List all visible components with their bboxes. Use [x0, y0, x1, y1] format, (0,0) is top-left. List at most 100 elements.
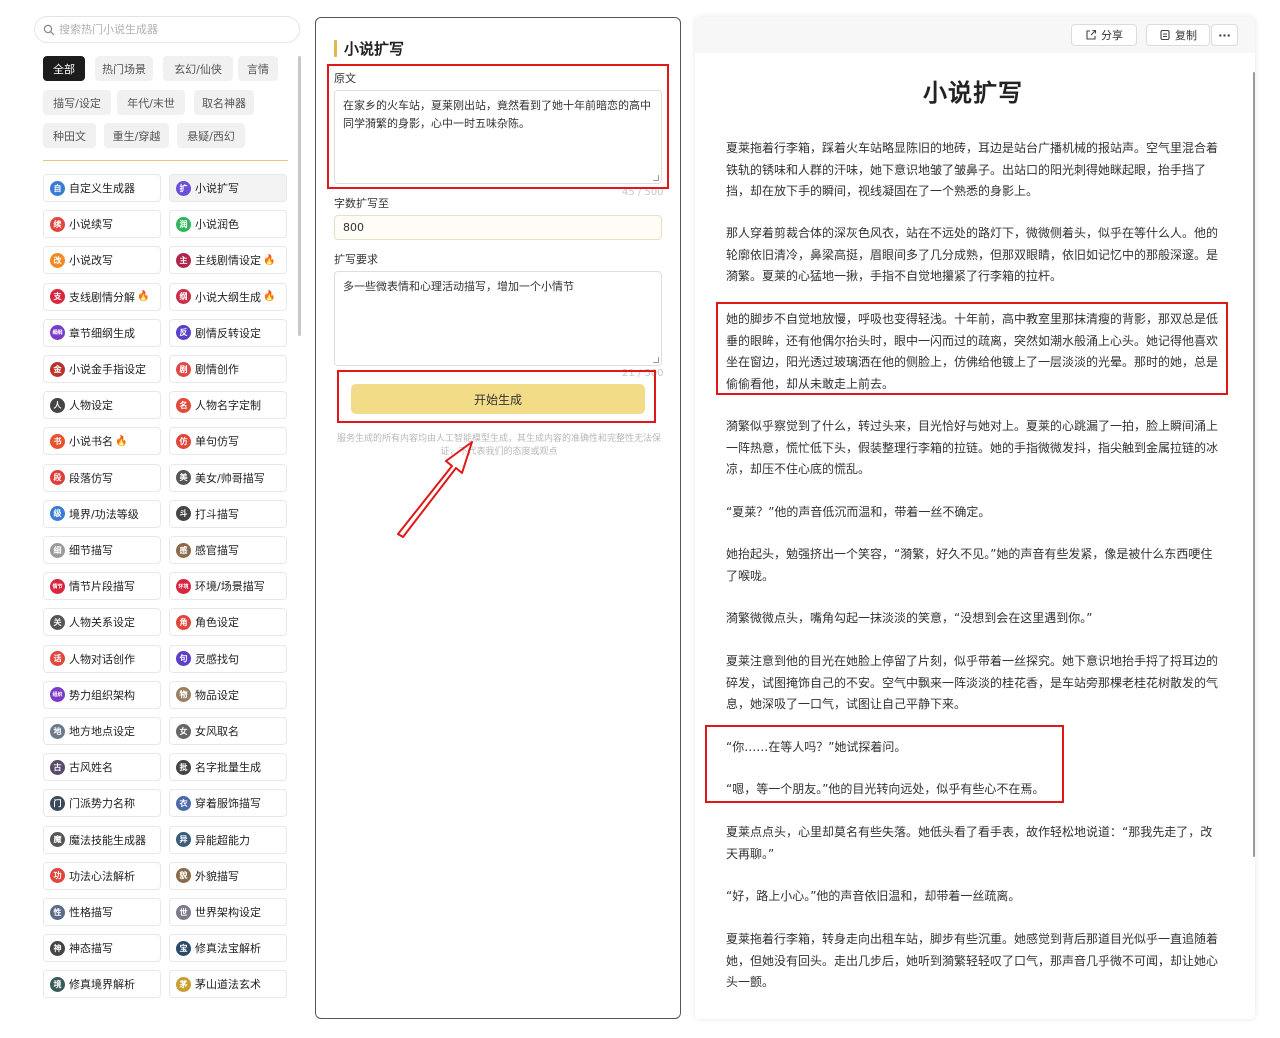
tool-icon: 自 [50, 180, 65, 196]
fire-icon: 🔥 [263, 254, 276, 266]
tool-item[interactable]: 门门派势力名称 [43, 789, 161, 818]
tool-item[interactable]: 组织 势力组织架构 [43, 680, 161, 709]
tool-label: 物品设定 [195, 688, 239, 702]
category-naming[interactable]: 取名神器 [194, 90, 254, 115]
category-xuanhuan[interactable]: 玄幻/仙侠 [163, 56, 233, 81]
tool-item[interactable]: 环境 环境/场景描写 [169, 572, 287, 601]
requirement-textarea[interactable]: 多一些微表情和心理活动描写，增加一个小情节 [334, 271, 662, 366]
tool-item[interactable]: 润小说润色 [169, 210, 287, 239]
tool-item[interactable]: 剧剧情创作 [169, 355, 287, 383]
tool-item[interactable]: 性性格描写 [43, 898, 161, 926]
tool-item[interactable]: 角角色设定 [169, 608, 287, 637]
tool-item[interactable]: 仿单句仿写 [169, 427, 287, 456]
tool-item[interactable]: 茅茅山道法玄术 [169, 970, 287, 999]
paragraph: 那人穿着剪裁合体的深灰色风衣，站在不远处的路灯下，微微侧着头，似乎在等什么人。他… [726, 226, 1219, 283]
tool-item[interactable]: 段段落仿写 [43, 463, 161, 492]
search-input[interactable] [59, 23, 279, 36]
tool-icon: 支 [50, 289, 65, 305]
tool-label: 人物设定 [69, 399, 113, 413]
tool-label: 小说续写 [69, 218, 113, 232]
category-hot[interactable]: 热门场景 [95, 56, 153, 81]
tool-item[interactable]: 改小说改写 [43, 246, 161, 275]
tool-item[interactable]: 神神态描写 [43, 934, 161, 963]
tool-item[interactable]: 斗打斗描写 [169, 499, 287, 528]
tool-item[interactable]: 细纲 章节细纲生成 [43, 318, 161, 347]
tool-item[interactable]: 境修真境界解析 [43, 970, 161, 999]
tool-item[interactable]: 功功法心法解析 [43, 861, 161, 890]
search-box[interactable] [34, 16, 300, 43]
tool-item[interactable]: 魔魔法技能生成器 [43, 825, 161, 854]
tool-item[interactable]: 续小说续写 [43, 210, 161, 239]
tool-item[interactable]: 扩小说扩写 [169, 174, 287, 202]
tool-item[interactable]: 人人物设定 [43, 391, 161, 420]
category-romance[interactable]: 言情 [238, 56, 278, 81]
tool-item[interactable]: 宝修真法宝解析 [169, 934, 287, 963]
tool-label: 细节描写 [69, 544, 113, 557]
tool-item[interactable]: 美美女/帅哥描写 [169, 463, 287, 492]
tool-label: 感官描写 [195, 544, 239, 557]
tool-item[interactable]: 纲小说大纲生成 🔥 [169, 282, 287, 311]
sidebar-scrollbar[interactable] [298, 56, 301, 336]
paragraph: 夏莱拖着行李箱，踩着火车站略显陈旧的地砖，耳边是站台广播机械的报站声。空气里混合… [726, 141, 1219, 198]
paragraph: 夏莱拖着行李箱，转身走向出租车站，脚步有些沉重。她感觉到背后那道目光似乎一直追随… [726, 932, 1219, 989]
output-scrollbar[interactable] [1253, 72, 1255, 857]
category-description[interactable]: 描写/设定 [43, 90, 111, 115]
tool-item[interactable]: 异异能超能力 [169, 825, 287, 854]
tool-item[interactable]: 句灵感找句 [169, 644, 287, 673]
title-accent-bar [334, 40, 337, 57]
category-all[interactable]: 全部 [43, 56, 85, 81]
tool-label: 名字批量生成 [195, 761, 261, 775]
tool-item[interactable]: 级境界/功法等级 [43, 499, 161, 528]
tool-item[interactable]: 关人物关系设定 [43, 608, 161, 637]
tool-item[interactable]: 感感官描写 [169, 536, 287, 564]
tool-label: 单句仿写 [195, 435, 239, 449]
category-mystery[interactable]: 悬疑/西幻 [177, 123, 245, 148]
copy-button[interactable]: 复制 [1146, 24, 1210, 46]
tool-icon: 宝 [176, 940, 191, 956]
resize-handle[interactable] [653, 357, 659, 363]
tool-icon: 关 [50, 614, 65, 630]
category-era[interactable]: 年代/末世 [117, 90, 185, 115]
tool-item[interactable]: 反剧情反转设定 [169, 318, 287, 347]
tool-label: 人物对话创作 [69, 652, 135, 666]
tool-item[interactable]: 女女风取名 [169, 717, 287, 745]
tool-icon: 扩 [176, 180, 191, 196]
tool-icon: 金 [50, 361, 65, 377]
wordcount-input[interactable]: 800 [334, 215, 662, 240]
tool-icon: 句 [176, 651, 191, 667]
tool-label: 剧情反转设定 [195, 326, 261, 340]
tool-label: 功法心法解析 [69, 869, 135, 883]
tool-item[interactable]: 情节 情节片段描写 [43, 572, 161, 601]
tool-label: 情节片段描写 [69, 580, 135, 594]
more-button[interactable]: ··· [1211, 24, 1238, 46]
tool-label: 人物名字定制 [195, 399, 261, 413]
tool-item[interactable]: 支支线剧情分解 🔥 [43, 282, 161, 311]
tool-item[interactable]: 金小说金手指设定 [43, 355, 161, 383]
tool-item[interactable]: 主主线剧情设定 🔥 [169, 246, 287, 275]
tool-item[interactable]: 细细节描写 [43, 536, 161, 564]
tool-icon: 美 [176, 470, 191, 486]
tool-item[interactable]: 物物品设定 [169, 680, 287, 709]
tool-icon: 主 [176, 252, 191, 268]
share-button[interactable]: 分享 [1071, 24, 1137, 46]
tool-icon: 衣 [176, 795, 191, 811]
tool-icon: 批 [176, 759, 191, 775]
category-farming[interactable]: 种田文 [43, 123, 96, 148]
disclaimer-text: 服务生成的所有内容均由人工智能模型生成，其生成内容的准确性和完整性无法保证，不代… [336, 434, 661, 457]
tool-label: 修真境界解析 [69, 978, 135, 992]
tool-item[interactable]: 话人物对话创作 [43, 644, 161, 673]
tool-item[interactable]: 世世界架构设定 [169, 898, 287, 926]
tool-item[interactable]: 自自定义生成器 [43, 174, 161, 202]
tool-item[interactable]: 名人物名字定制 [169, 391, 287, 420]
tool-item[interactable]: 貌外貌描写 [169, 861, 287, 890]
tool-item[interactable]: 古古风姓名 [43, 753, 161, 782]
tool-label: 修真法宝解析 [195, 942, 261, 956]
tool-item[interactable]: 地地方地点设定 [43, 717, 161, 745]
tool-item[interactable]: 书小说书名 🔥 [43, 427, 161, 456]
tool-icon: 组织 [50, 687, 65, 703]
tool-item[interactable]: 批名字批量生成 [169, 753, 287, 782]
paragraph: “好，路上小心。”他的声音依旧温和，却带着一丝疏离。 [726, 889, 1021, 903]
tool-item[interactable]: 衣穿着服饰描写 [169, 789, 287, 818]
category-rebirth[interactable]: 重生/穿越 [104, 123, 169, 148]
tool-icon: 神 [50, 940, 65, 956]
